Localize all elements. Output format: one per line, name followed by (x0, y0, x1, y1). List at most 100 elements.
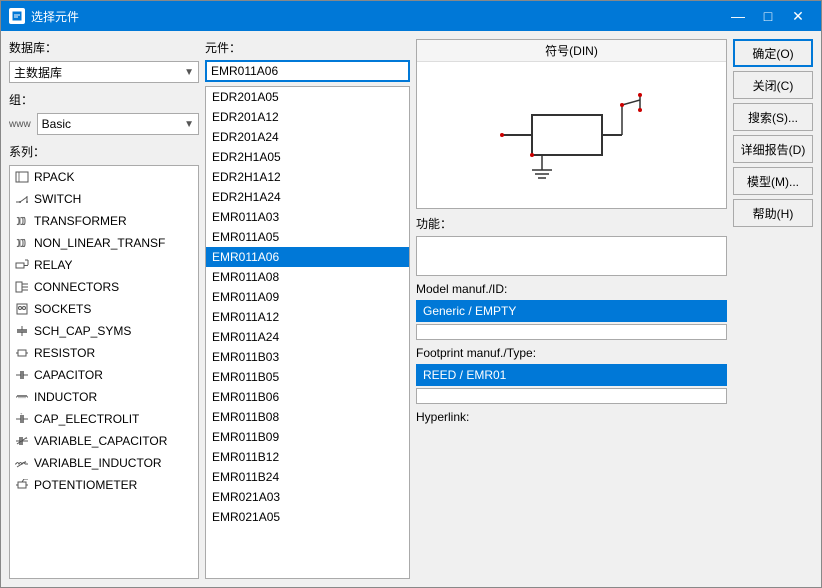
series-item-variable-inductor[interactable]: VARIABLE_INDUCTOR (10, 452, 198, 474)
component-item[interactable]: EDR2H1A05 (206, 147, 409, 167)
db-value: 主数据库 (14, 64, 62, 81)
footprint-label: Footprint manuf./Type: (416, 346, 727, 360)
buttons-panel: 确定(O) 关闭(C) 搜索(S)... 详细报告(D) 模型(M)... 帮助… (733, 39, 813, 579)
series-icon-potentiometer (14, 478, 30, 492)
series-label-inductor: INDUCTOR (34, 390, 97, 404)
window-title: 选择元件 (31, 8, 79, 25)
component-item[interactable]: EMR011B05 (206, 367, 409, 387)
series-item-variable-capacitor[interactable]: VARIABLE_CAPACITOR (10, 430, 198, 452)
series-item-capacitor[interactable]: CAPACITOR (10, 364, 198, 386)
component-item[interactable]: EMR021A03 (206, 487, 409, 507)
component-search-input[interactable] (205, 60, 410, 82)
symbol-title: 符号(DIN) (417, 40, 726, 62)
function-label: 功能： (416, 215, 727, 232)
component-item[interactable]: EMR011A12 (206, 307, 409, 327)
footprint-section: Footprint manuf./Type: REED / EMR01 (416, 346, 727, 404)
component-item[interactable]: EDR2H1A24 (206, 187, 409, 207)
series-item-inductor[interactable]: INDUCTOR (10, 386, 198, 408)
series-label-resistor: RESISTOR (34, 346, 95, 360)
main-window: 选择元件 — □ ✕ 数据库： 主数据库 ▼ 组： www Basic ▼ (0, 0, 822, 588)
group-select[interactable]: Basic ▼ (37, 113, 199, 135)
component-item[interactable]: EMR011A08 (206, 267, 409, 287)
close-window-button[interactable]: ✕ (783, 1, 813, 31)
series-label-cap-electrolit: CAP_ELECTROLIT (34, 412, 139, 426)
component-item[interactable]: EDR201A24 (206, 127, 409, 147)
titlebar-controls: — □ ✕ (723, 1, 813, 31)
symbol-canvas (417, 62, 726, 208)
series-label-relay: RELAY (34, 258, 72, 272)
model-section: Model manuf./ID: Generic / EMPTY (416, 282, 727, 340)
confirm-button[interactable]: 确定(O) (733, 39, 813, 67)
db-select[interactable]: 主数据库 ▼ (9, 61, 199, 83)
component-list[interactable]: EDR201A05EDR201A12EDR201A24EDR2H1A05EDR2… (205, 86, 410, 579)
series-label-switch: SWITCH (34, 192, 81, 206)
series-item-relay[interactable]: RELAY (10, 254, 198, 276)
model-label: Model manuf./ID: (416, 282, 727, 296)
series-item-connectors[interactable]: CONNECTORS (10, 276, 198, 298)
component-item[interactable]: EDR201A12 (206, 107, 409, 127)
db-label: 数据库： (9, 39, 199, 56)
main-content: 数据库： 主数据库 ▼ 组： www Basic ▼ 系列： RPACKSWIT… (1, 31, 821, 587)
series-label-transformer: TRANSFORMER (34, 214, 127, 228)
component-item[interactable]: EMR011B08 (206, 407, 409, 427)
model-extra-box (416, 324, 727, 340)
window-icon (9, 8, 25, 24)
series-label-variable-capacitor: VARIABLE_CAPACITOR (34, 434, 167, 448)
component-item[interactable]: EMR011A03 (206, 207, 409, 227)
component-item[interactable]: EMR011B06 (206, 387, 409, 407)
model-value: Generic / EMPTY (416, 300, 727, 322)
series-icon-connectors (14, 280, 30, 294)
search-button[interactable]: 搜索(S)... (733, 103, 813, 131)
group-label: 组： (9, 91, 199, 108)
series-icon-rpack (14, 170, 30, 184)
series-item-rpack[interactable]: RPACK (10, 166, 198, 188)
component-item[interactable]: EMR011A05 (206, 227, 409, 247)
series-label-capacitor: CAPACITOR (34, 368, 103, 382)
series-icon-variable-inductor (14, 456, 30, 470)
series-item-non-linear-transf[interactable]: NON_LINEAR_TRANSF (10, 232, 198, 254)
series-item-transformer[interactable]: TRANSFORMER (10, 210, 198, 232)
series-item-cap-electrolit[interactable]: +CAP_ELECTROLIT (10, 408, 198, 430)
maximize-button[interactable]: □ (753, 1, 783, 31)
component-item[interactable]: EDR201A05 (206, 87, 409, 107)
function-section: 功能： (416, 215, 727, 276)
component-item[interactable]: EMR011B24 (206, 467, 409, 487)
help-button[interactable]: 帮助(H) (733, 199, 813, 227)
minimize-button[interactable]: — (723, 1, 753, 31)
component-item[interactable]: EMR021A05 (206, 507, 409, 527)
series-item-sch-cap-syms[interactable]: SCH_CAP_SYMS (10, 320, 198, 342)
close-button[interactable]: 关闭(C) (733, 71, 813, 99)
footprint-extra-box (416, 388, 727, 404)
model-button[interactable]: 模型(M)... (733, 167, 813, 195)
series-icon-variable-capacitor (14, 434, 30, 448)
series-label-potentiometer: POTENTIOMETER (34, 478, 137, 492)
right-panel: 符号(DIN) (416, 39, 727, 579)
titlebar: 选择元件 — □ ✕ (1, 1, 821, 31)
detail-button[interactable]: 详细报告(D) (733, 135, 813, 163)
component-item[interactable]: EMR011B03 (206, 347, 409, 367)
series-icon-resistor (14, 346, 30, 360)
series-item-sockets[interactable]: SOCKETS (10, 298, 198, 320)
series-item-potentiometer[interactable]: POTENTIOMETER (10, 474, 198, 496)
function-box (416, 236, 727, 276)
series-icon-relay (14, 258, 30, 272)
component-item[interactable]: EMR011A09 (206, 287, 409, 307)
component-item[interactable]: EMR011B12 (206, 447, 409, 467)
series-label-sockets: SOCKETS (34, 302, 91, 316)
series-item-resistor[interactable]: RESISTOR (10, 342, 198, 364)
series-list[interactable]: RPACK SWITCH TRANSFORMER NON_LINEAR_TRANSF R… (9, 165, 199, 579)
component-item[interactable]: EMR011A24 (206, 327, 409, 347)
hyperlink-label: Hyperlink: (416, 410, 727, 424)
series-icon-transformer (14, 214, 30, 228)
component-item[interactable]: EMR011A06 (206, 247, 409, 267)
symbol-area: 符号(DIN) (416, 39, 727, 209)
series-label-rpack: RPACK (34, 170, 74, 184)
component-item[interactable]: EMR011B09 (206, 427, 409, 447)
group-value: Basic (42, 117, 71, 131)
series-icon-switch (14, 192, 30, 206)
series-icon-sockets (14, 302, 30, 316)
db-select-row: 主数据库 ▼ (9, 61, 199, 83)
component-item[interactable]: EDR2H1A12 (206, 167, 409, 187)
series-icon-capacitor (14, 368, 30, 382)
series-item-switch[interactable]: SWITCH (10, 188, 198, 210)
